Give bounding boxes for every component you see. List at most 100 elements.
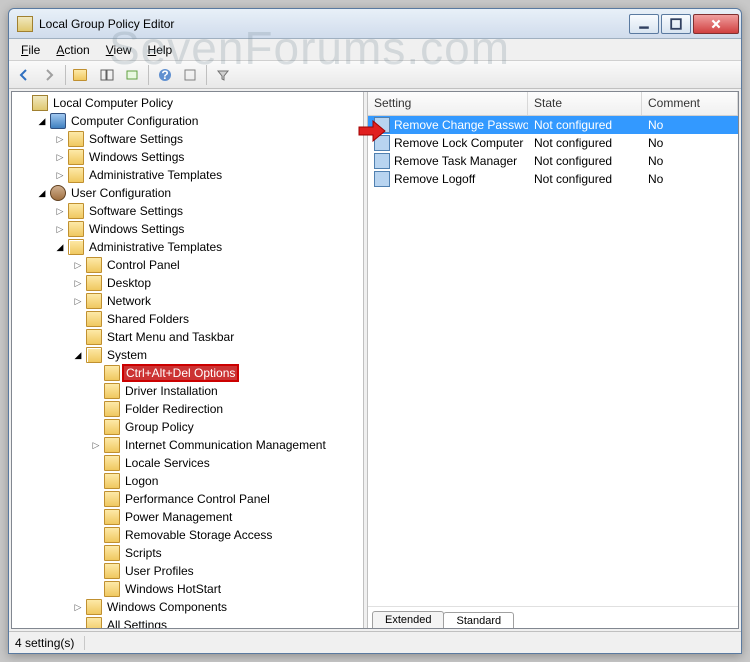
expand-icon[interactable]: ▷ xyxy=(72,259,84,271)
list-row[interactable]: Remove Change PasswordNot configuredNo xyxy=(368,116,738,134)
tree-node[interactable]: ▷Network xyxy=(12,292,363,310)
tree-node[interactable]: ◢User Configuration xyxy=(12,184,363,202)
tree-node[interactable]: ▷Start Menu and Taskbar xyxy=(12,328,363,346)
tree-label: Driver Installation xyxy=(124,384,219,398)
tree-label: Software Settings xyxy=(88,204,184,218)
tree-node[interactable]: ▷User Profiles xyxy=(12,562,363,580)
tree-node[interactable]: ▷Ctrl+Alt+Del Options xyxy=(12,364,363,382)
list-body[interactable]: Remove Change PasswordNot configuredNoRe… xyxy=(368,116,738,606)
folder-icon xyxy=(68,131,84,147)
tree-node[interactable]: ▷ Administrative Templates xyxy=(12,166,363,184)
tree-node[interactable]: ▷Locale Services xyxy=(12,454,363,472)
collapse-icon[interactable]: ◢ xyxy=(36,187,48,199)
tree-node[interactable]: ▷Windows Settings xyxy=(12,220,363,238)
expand-icon[interactable]: ▷ xyxy=(54,223,66,235)
show-hide-tree-button[interactable] xyxy=(96,64,118,86)
list-row[interactable]: Remove Task ManagerNot configuredNo xyxy=(368,152,738,170)
toolbar-separator xyxy=(148,65,149,85)
folder-icon xyxy=(68,221,84,237)
filter-button[interactable] xyxy=(212,64,234,86)
minimize-button[interactable] xyxy=(629,14,659,34)
header-state[interactable]: State xyxy=(528,92,642,115)
expand-icon[interactable]: ▷ xyxy=(72,295,84,307)
collapse-icon[interactable]: ◢ xyxy=(72,349,84,361)
expand-icon[interactable]: ▷ xyxy=(54,205,66,217)
tree-node[interactable]: ▷Windows HotStart xyxy=(12,580,363,598)
tree-node[interactable]: ▷Internet Communication Management xyxy=(12,436,363,454)
cell-setting: Remove Logoff xyxy=(394,172,475,186)
folder-icon xyxy=(104,473,120,489)
tree-node[interactable]: ▷Driver Installation xyxy=(12,382,363,400)
tree-node[interactable]: ▷Folder Redirection xyxy=(12,400,363,418)
help-button[interactable]: ? xyxy=(154,64,176,86)
expand-icon[interactable]: ▷ xyxy=(72,601,84,613)
tree-label: System xyxy=(106,348,148,362)
tree-node[interactable]: ◢ Administrative Templates xyxy=(12,238,363,256)
export-button[interactable] xyxy=(121,64,143,86)
folder-icon xyxy=(50,185,66,201)
list-row[interactable]: Remove LogoffNot configuredNo xyxy=(368,170,738,188)
folder-icon xyxy=(104,563,120,579)
tree-label: Start Menu and Taskbar xyxy=(106,330,235,344)
cell-setting: Remove Change Password xyxy=(394,118,528,132)
collapse-icon[interactable]: ◢ xyxy=(36,115,48,127)
cell-comment: No xyxy=(642,154,738,168)
folder-icon xyxy=(104,455,120,471)
tree-node[interactable]: ◢ System xyxy=(12,346,363,364)
back-button[interactable] xyxy=(13,64,35,86)
toolbar-separator xyxy=(65,65,66,85)
up-button[interactable] xyxy=(71,64,93,86)
expand-icon[interactable]: ▷ xyxy=(90,439,102,451)
tree-node[interactable]: ▷ Software Settings xyxy=(12,202,363,220)
tree-node[interactable]: ▷Power Management xyxy=(12,508,363,526)
collapse-icon[interactable]: ◢ xyxy=(54,241,66,253)
expand-icon[interactable]: ▷ xyxy=(54,169,66,181)
tab-extended[interactable]: Extended xyxy=(372,611,444,628)
tree-node[interactable]: ▷Windows Settings xyxy=(12,148,363,166)
tree-node[interactable]: ▷Control Panel xyxy=(12,256,363,274)
tree-node[interactable]: ▷Logon xyxy=(12,472,363,490)
folder-icon xyxy=(104,419,120,435)
status-count: 4 setting(s) xyxy=(15,636,85,650)
folder-icon xyxy=(104,437,120,453)
folder-icon xyxy=(104,365,120,381)
tab-standard[interactable]: Standard xyxy=(443,612,514,629)
tree-node[interactable]: ▷Performance Control Panel xyxy=(12,490,363,508)
header-setting[interactable]: Setting xyxy=(368,92,528,115)
header-comment[interactable]: Comment xyxy=(642,92,738,115)
toolbar-separator xyxy=(206,65,207,85)
maximize-button[interactable] xyxy=(661,14,691,34)
expand-icon[interactable]: ▷ xyxy=(54,151,66,163)
tree-node[interactable]: ▷Local Computer Policy xyxy=(12,94,363,112)
tree-node[interactable]: ◢ Computer Configuration xyxy=(12,112,363,130)
expand-icon[interactable]: ▷ xyxy=(54,133,66,145)
view-tabs: Extended Standard xyxy=(368,606,738,628)
close-button[interactable] xyxy=(693,14,739,34)
tree-node[interactable]: ▷Software Settings xyxy=(12,130,363,148)
list-row[interactable]: Remove Lock ComputerNot configuredNo xyxy=(368,134,738,152)
tree-node[interactable]: ▷All Settings xyxy=(12,616,363,628)
expand-icon[interactable]: ▷ xyxy=(72,277,84,289)
menu-file[interactable]: File xyxy=(13,41,48,59)
titlebar[interactable]: Local Group Policy Editor xyxy=(9,9,741,39)
tree-node[interactable]: ▷Windows Components xyxy=(12,598,363,616)
tree-node[interactable]: ▷Desktop xyxy=(12,274,363,292)
cell-comment: No xyxy=(642,118,738,132)
tree-label: Local Computer Policy xyxy=(52,96,174,110)
tree-node[interactable]: ▷Shared Folders xyxy=(12,310,363,328)
tree-pane[interactable]: ▷Local Computer Policy◢Computer Configur… xyxy=(12,92,364,628)
tree-node[interactable]: ▷Scripts xyxy=(12,544,363,562)
tree-node[interactable]: ▷Group Policy xyxy=(12,418,363,436)
tree-label: Administrative Templates xyxy=(88,168,223,182)
properties-button[interactable] xyxy=(179,64,201,86)
folder-icon xyxy=(86,617,102,628)
tree-label: Administrative Templates xyxy=(88,240,223,254)
menu-action[interactable]: Action xyxy=(48,41,97,59)
menu-help[interactable]: Help xyxy=(140,41,181,59)
forward-button[interactable] xyxy=(38,64,60,86)
tree-node[interactable]: ▷Removable Storage Access xyxy=(12,526,363,544)
tree-label: Computer Configuration xyxy=(70,114,199,128)
menu-view[interactable]: View xyxy=(98,41,140,59)
setting-icon xyxy=(374,135,390,151)
window-title: Local Group Policy Editor xyxy=(39,17,629,31)
